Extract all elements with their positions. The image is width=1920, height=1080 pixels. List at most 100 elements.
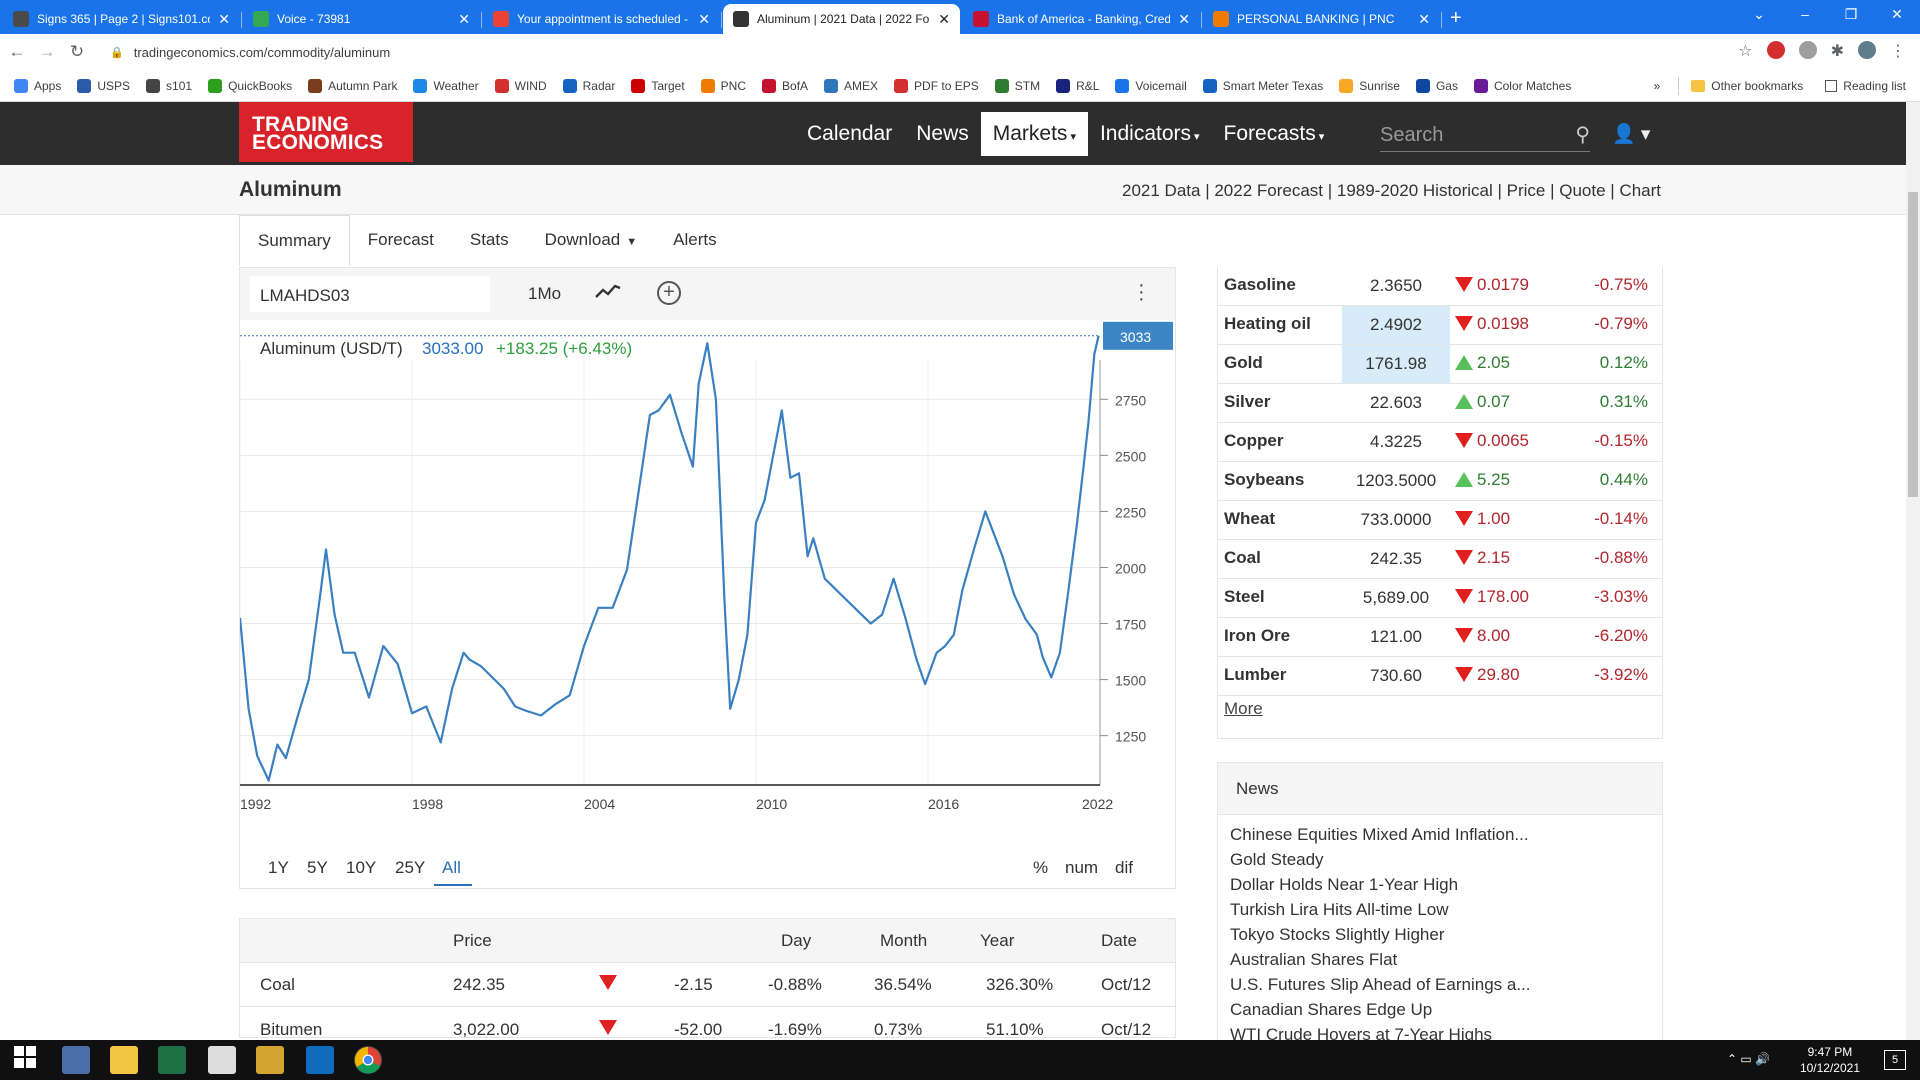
windows-start-icon[interactable] [14, 1046, 42, 1074]
bookmark-item[interactable]: USPS [77, 78, 130, 93]
add-series-button[interactable]: + [657, 281, 681, 305]
subtab[interactable]: Alerts [655, 215, 734, 265]
clock[interactable]: 9:47 PM 10/12/2021 [1800, 1044, 1860, 1076]
range-button[interactable]: 5Y [307, 858, 328, 878]
commodity-row[interactable]: Heating oil 2.4902 0.0198 -0.79% [1217, 306, 1663, 345]
new-tab-button[interactable]: + [1450, 4, 1462, 34]
column-header[interactable]: Date [1101, 931, 1137, 951]
browser-tab[interactable]: Voice - 73981 ✕ [243, 4, 482, 34]
bookmark-item[interactable]: s101 [146, 78, 192, 93]
paint-icon[interactable] [256, 1046, 284, 1074]
commodity-name[interactable]: Soybeans [1224, 470, 1304, 490]
commodity-row[interactable]: Gasoline 2.3650 0.0179 -0.75% [1217, 267, 1663, 306]
commodity-row[interactable]: Soybeans 1203.5000 5.25 0.44% [1217, 462, 1663, 501]
chrome-icon[interactable] [354, 1046, 382, 1074]
calculator-icon[interactable] [208, 1046, 236, 1074]
search-icon[interactable]: ⚲ [1575, 122, 1590, 147]
bookmark-item[interactable]: Target [631, 78, 685, 93]
tab-close-icon[interactable]: ✕ [938, 11, 950, 28]
site-logo[interactable]: TRADING ECONOMICS [239, 102, 413, 162]
commodity-row[interactable]: Lumber 730.60 29.80 -3.92% [1217, 657, 1663, 696]
commodity-row[interactable]: Copper 4.3225 0.0065 -0.15% [1217, 423, 1663, 462]
bookmark-item[interactable]: Autumn Park [308, 78, 397, 93]
commodity-name[interactable]: Heating oil [1224, 314, 1311, 334]
column-header[interactable]: Price [453, 931, 492, 951]
chrome-menu-icon[interactable]: ⋮ [1890, 41, 1906, 61]
range-button[interactable]: All [442, 858, 461, 878]
news-link[interactable]: Dollar Holds Near 1-Year High [1230, 875, 1458, 895]
bookmark-item[interactable]: Apps [14, 78, 61, 93]
scrollbar-thumb[interactable] [1908, 192, 1918, 497]
table-row[interactable]: Bitumen 3,022.00 -52.00 -1.69% 0.73% 51.10% Oc… [240, 1008, 1175, 1037]
commodity-name[interactable]: Gold [1224, 353, 1263, 373]
outlook-icon[interactable] [306, 1046, 334, 1074]
extensions-puzzle-icon[interactable]: ✱ [1831, 41, 1844, 61]
cell-name[interactable]: Bitumen [260, 1020, 322, 1037]
cell-name[interactable]: Coal [260, 975, 295, 995]
nav-item[interactable]: News [904, 112, 981, 156]
column-header[interactable]: Month [880, 931, 927, 951]
user-menu-icon[interactable]: 👤 ▾ [1612, 122, 1650, 146]
commodity-name[interactable]: Copper [1224, 431, 1284, 451]
other-bookmarks-button[interactable]: Other bookmarks [1711, 79, 1803, 93]
commodity-name[interactable]: Wheat [1224, 509, 1275, 529]
site-search-input[interactable]: Search ⚲ [1380, 124, 1590, 152]
notepad-icon[interactable] [62, 1046, 90, 1074]
commodity-name[interactable]: Iron Ore [1224, 626, 1290, 646]
news-link[interactable]: Gold Steady [1230, 850, 1324, 870]
range-button[interactable]: 1Y [268, 858, 289, 878]
reading-list-button[interactable]: Reading list [1843, 79, 1906, 93]
browser-tab[interactable]: Signs 365 | Page 2 | Signs101.com ✕ [3, 4, 242, 34]
subtab[interactable]: Stats [452, 215, 527, 265]
news-link[interactable]: Chinese Equities Mixed Amid Inflation... [1230, 825, 1529, 845]
bookmark-item[interactable]: Voicemail [1115, 78, 1187, 93]
chart-menu-icon[interactable]: · · · [1138, 275, 1148, 309]
commodity-name[interactable]: Gasoline [1224, 275, 1296, 295]
bookmark-item[interactable]: Gas [1415, 78, 1458, 93]
restore-button[interactable]: ❐ [1828, 0, 1874, 30]
more-commodities-link[interactable]: More [1224, 699, 1263, 719]
bookmark-item[interactable]: Sunrise [1339, 78, 1400, 93]
commodity-row[interactable]: Silver 22.603 0.07 0.31% [1217, 384, 1663, 423]
mode-button[interactable]: num [1065, 858, 1098, 878]
bookmark-item[interactable]: Color Matches [1473, 78, 1571, 93]
commodity-name[interactable]: Silver [1224, 392, 1270, 412]
commodity-name[interactable]: Lumber [1224, 665, 1286, 685]
title-links[interactable]: 2021 Data | 2022 Forecast | 1989-2020 Hi… [1122, 181, 1661, 201]
bookmark-item[interactable]: Radar [562, 78, 615, 93]
column-header[interactable]: Year [980, 931, 1014, 951]
tab-search-icon[interactable]: ⌄ [1736, 0, 1782, 30]
nav-item[interactable]: Indicators ▾ [1088, 112, 1212, 156]
tab-close-icon[interactable]: ✕ [1178, 11, 1190, 28]
bookmark-item[interactable]: R&L [1056, 78, 1099, 93]
commodity-row[interactable]: Iron Ore 121.00 8.00 -6.20% [1217, 618, 1663, 657]
range-button[interactable]: 25Y [395, 858, 425, 878]
commodity-name[interactable]: Coal [1224, 548, 1261, 568]
url-input[interactable]: 🔒 tradingeconomics.com/commodity/aluminu… [110, 40, 1740, 64]
chart-type-line-icon[interactable] [595, 282, 621, 306]
news-link[interactable]: Tokyo Stocks Slightly Higher [1230, 925, 1444, 945]
news-link[interactable]: Australian Shares Flat [1230, 950, 1397, 970]
close-window-button[interactable]: ✕ [1874, 0, 1920, 30]
bookmarks-overflow-button[interactable]: » [1654, 79, 1661, 93]
commodity-row[interactable]: Gold 1761.98 2.05 0.12% [1217, 345, 1663, 384]
browser-tab[interactable]: Bank of America - Banking, Credit ✕ [963, 4, 1202, 34]
bookmark-item[interactable]: STM [994, 78, 1040, 93]
excel-icon[interactable] [158, 1046, 186, 1074]
tab-close-icon[interactable]: ✕ [458, 11, 470, 28]
symbol-input[interactable]: LMAHDS03 [250, 276, 490, 312]
table-row[interactable]: Coal 242.35 -2.15 -0.88% 36.54% 326.30% Oct/12 [240, 963, 1175, 1007]
bookmark-item[interactable]: Smart Meter Texas [1202, 78, 1323, 93]
browser-tab[interactable]: Your appointment is scheduled - ✕ [483, 4, 722, 34]
commodity-row[interactable]: Wheat 733.0000 1.00 -0.14% [1217, 501, 1663, 540]
bookmark-item[interactable]: AMEX [824, 78, 878, 93]
system-tray-icons[interactable]: ⌃ ▭ 🔊 [1727, 1052, 1770, 1066]
period-button[interactable]: 1Mo [528, 284, 561, 304]
file-explorer-icon[interactable] [110, 1046, 138, 1074]
commodity-row[interactable]: Coal 242.35 2.15 -0.88% [1217, 540, 1663, 579]
browser-tab[interactable]: PERSONAL BANKING | PNC ✕ [1203, 4, 1442, 34]
nav-item[interactable]: Calendar [795, 112, 904, 156]
mode-button[interactable]: % [1033, 858, 1048, 878]
mode-button[interactable]: dif [1115, 858, 1133, 878]
subtab[interactable]: Summary [239, 215, 350, 266]
